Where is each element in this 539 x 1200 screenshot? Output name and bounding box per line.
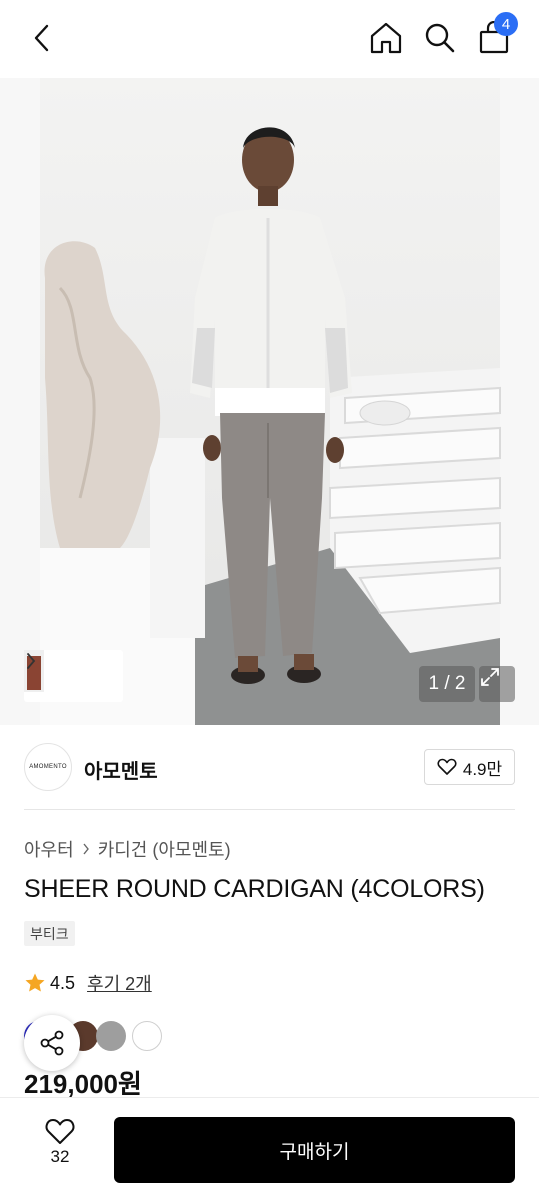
share-icon [40, 1030, 64, 1056]
chevron-right-icon [27, 653, 36, 669]
expand-icon [481, 668, 499, 686]
bottom-action-bar: 32 구매하기 [0, 1097, 539, 1200]
chevron-left-icon [34, 24, 49, 52]
wishlist-button[interactable]: 32 [30, 1118, 90, 1178]
brand-like-count: 4.9만 [462, 759, 503, 779]
product-photo [0, 78, 539, 725]
breadcrumb-item[interactable]: 카디건 (아모멘토) [98, 836, 231, 862]
divider [24, 809, 515, 810]
heart-outline-icon [437, 758, 457, 775]
cart-button[interactable]: 4 [474, 12, 518, 58]
expand-button[interactable] [479, 666, 515, 702]
brand-logo[interactable]: AMOMENTO [24, 743, 72, 791]
search-button[interactable] [420, 18, 460, 58]
color-swatch-white[interactable] [132, 1021, 162, 1051]
review-link[interactable]: 후기 2개 [87, 970, 152, 996]
breadcrumb: 아우터 카디건 (아모멘토) [24, 836, 231, 862]
breadcrumb-item[interactable]: 아우터 [24, 836, 74, 862]
heart-outline-icon [45, 1119, 75, 1144]
rating-row: 4.5 후기 2개 [24, 970, 152, 996]
thumbnail-strip[interactable] [24, 650, 123, 702]
cart-count-badge: 4 [494, 12, 518, 36]
product-tag: 부티크 [24, 921, 75, 946]
color-swatch-gray[interactable] [96, 1021, 126, 1051]
home-button[interactable] [366, 18, 406, 58]
buy-button[interactable]: 구매하기 [114, 1117, 515, 1183]
search-icon [425, 23, 455, 53]
back-button[interactable] [22, 18, 62, 58]
star-icon [25, 973, 45, 992]
top-bar: 4 [0, 0, 539, 78]
wishlist-count: 32 [50, 1147, 70, 1166]
brand-like-button[interactable]: 4.9만 [424, 749, 515, 785]
product-image-gallery[interactable]: 1 / 2 [0, 78, 539, 725]
brand-row[interactable]: AMOMENTO 아모멘토 4.9만 [24, 743, 515, 793]
page-indicator: 1 / 2 [419, 666, 475, 702]
chevron-right-icon [83, 843, 89, 855]
product-price: 219,000원 [24, 1069, 142, 1099]
rating-value: 4.5 [50, 972, 76, 993]
product-title: SHEER ROUND CARDIGAN (4COLORS) [24, 875, 485, 903]
share-button[interactable] [24, 1015, 80, 1071]
brand-name[interactable]: 아모멘토 [84, 755, 158, 784]
home-icon [370, 22, 402, 54]
